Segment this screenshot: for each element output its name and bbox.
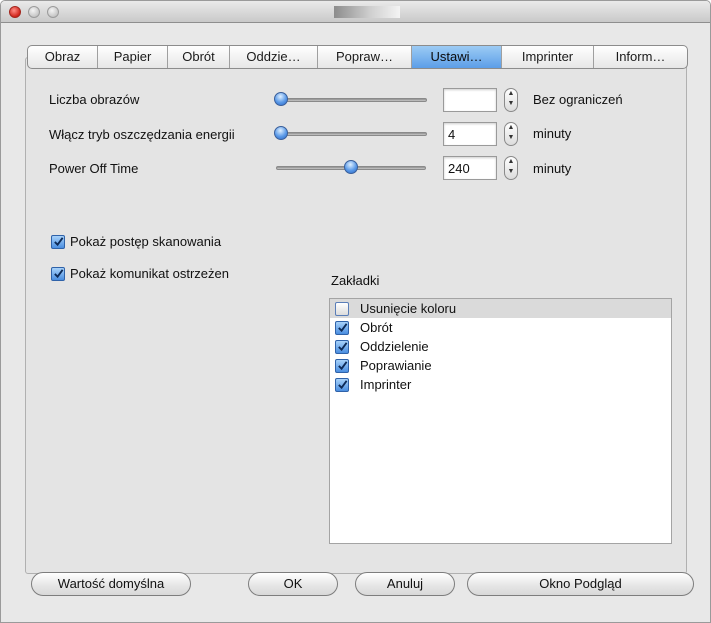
show-warning-label: Pokaż komunikat ostrzeżen [70, 266, 229, 281]
tab-ustawienia[interactable]: Ustawi… [412, 46, 502, 68]
tab-bar: Obraz Papier Obrót Oddzie… Popraw… Ustaw… [27, 45, 688, 69]
bookmark-checkbox[interactable] [335, 301, 349, 316]
show-progress-checkbox[interactable]: Pokaż postęp skanowania [51, 234, 221, 249]
power-off-label: Power Off Time [49, 161, 139, 176]
energy-saving-slider-knob[interactable] [274, 126, 288, 140]
show-progress-checkbox-box[interactable] [51, 234, 65, 249]
settings-window: Obraz Papier Obrót Oddzie… Popraw… Ustaw… [0, 0, 711, 623]
bookmark-label: Oddzielenie [360, 339, 429, 354]
bookmark-checkbox[interactable] [335, 320, 349, 335]
cancel-button[interactable]: Anuluj [355, 572, 455, 596]
bookmark-label: Poprawianie [360, 358, 432, 373]
bookmark-label: Imprinter [360, 377, 412, 392]
bookmark-label: Obrót [360, 320, 393, 335]
default-values-button[interactable]: Wartość domyślna [31, 572, 191, 596]
energy-saving-slider[interactable] [281, 132, 427, 136]
power-off-unit: minuty [533, 161, 572, 176]
zoom-window-button[interactable] [47, 6, 59, 18]
tab-papier[interactable]: Papier [98, 46, 168, 68]
energy-saving-unit: minuty [533, 126, 572, 141]
power-off-stepper[interactable]: ▲ ▼ [504, 156, 518, 180]
minimize-window-button[interactable] [28, 6, 40, 18]
bookmarks-title: Zakładki [331, 273, 380, 288]
tab-poprawianie[interactable]: Popraw… [318, 46, 412, 68]
energy-saving-field[interactable]: 4 [443, 122, 497, 146]
image-count-label: Liczba obrazów [49, 92, 140, 107]
tab-obrot[interactable]: Obrót [168, 46, 230, 68]
image-count-slider-knob[interactable] [274, 92, 288, 106]
bookmark-checkbox[interactable] [335, 358, 349, 373]
list-item[interactable]: Imprinter [330, 375, 671, 394]
bookmark-checkbox[interactable] [335, 377, 349, 392]
tab-informacje[interactable]: Inform… [594, 46, 687, 68]
close-window-button[interactable] [9, 6, 21, 18]
list-item[interactable]: Usunięcie koloru [330, 299, 671, 318]
image-count-slider[interactable] [281, 98, 427, 102]
power-off-field[interactable]: 240 [443, 156, 497, 180]
show-warning-checkbox-box[interactable] [51, 266, 65, 281]
list-item[interactable]: Oddzielenie [330, 337, 671, 356]
list-item[interactable]: Poprawianie [330, 356, 671, 375]
preview-button[interactable]: Okno Podgląd [467, 572, 694, 596]
tab-oddzielenie[interactable]: Oddzie… [230, 46, 318, 68]
power-off-slider-knob[interactable] [344, 160, 358, 174]
bookmark-checkbox[interactable] [335, 339, 349, 354]
list-item[interactable]: Obrót [330, 318, 671, 337]
bookmarks-list: Usunięcie koloru Obrót Oddzielenie Popra… [329, 298, 672, 544]
energy-saving-stepper[interactable]: ▲ ▼ [504, 122, 518, 146]
show-progress-label: Pokaż postęp skanowania [70, 234, 222, 249]
energy-saving-label: Włącz tryb oszczędzania energii [49, 127, 235, 142]
image-count-unit: Bez ograniczeń [533, 92, 623, 107]
tab-obraz[interactable]: Obraz [28, 46, 98, 68]
bookmark-label: Usunięcie koloru [360, 301, 457, 316]
ok-button[interactable]: OK [248, 572, 338, 596]
image-count-field[interactable] [443, 88, 497, 112]
window-title-icon [334, 6, 400, 18]
title-bar[interactable] [1, 1, 710, 23]
image-count-stepper[interactable]: ▲ ▼ [504, 88, 518, 112]
tab-imprinter[interactable]: Imprinter [502, 46, 594, 68]
show-warning-checkbox[interactable]: Pokaż komunikat ostrzeżen [51, 266, 229, 281]
